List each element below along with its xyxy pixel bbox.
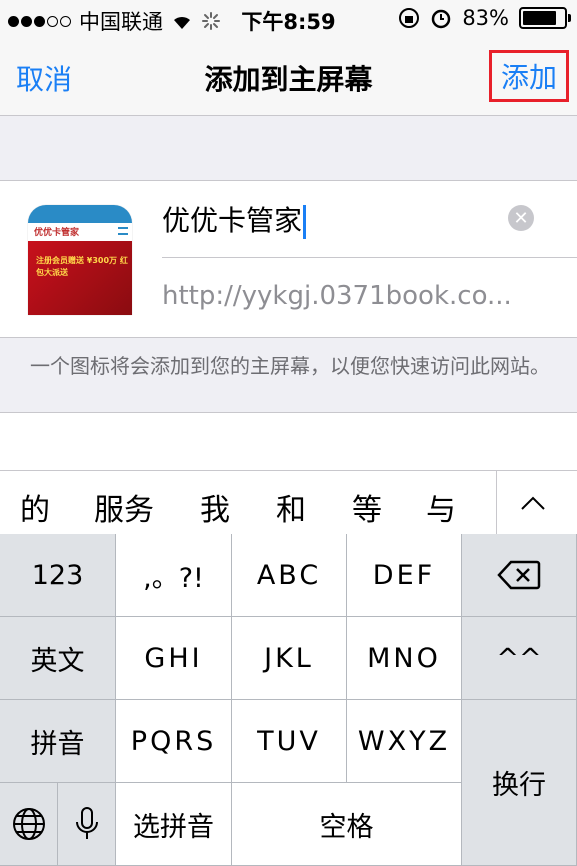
key-punctuation[interactable]: ,。?! (116, 534, 232, 617)
key-jkl[interactable]: JKL (232, 617, 347, 700)
backspace-icon (497, 560, 541, 590)
text-cursor (303, 205, 307, 239)
key-newline[interactable]: 换行 (462, 700, 577, 866)
microphone-icon (75, 807, 98, 839)
add-button[interactable]: 添加 (489, 50, 569, 102)
hint-text: 一个图标将会添加到您的主屏幕，以便您快速访问此网站。 (30, 354, 550, 378)
key-ghi[interactable]: GHI (116, 617, 232, 700)
candidate-bar: 的 服务 我 和 等 与 (0, 470, 577, 535)
candidate-item[interactable]: 的 (20, 485, 50, 529)
blank-area (0, 412, 577, 470)
key-wxyz[interactable]: WXYZ (347, 700, 462, 783)
clear-icon[interactable]: ✕ (508, 205, 534, 231)
keyboard: 123 ,。?! ABC DEF 英文 GHI JKL MNO ^^ 拼音 PQ… (0, 534, 577, 866)
nav-bar: 取消 添加到主屏幕 添加 (0, 38, 577, 116)
url-field: http://yykgj.0371book.co... (162, 281, 512, 311)
alarm-icon (432, 9, 451, 29)
battery-icon (519, 7, 571, 29)
status-bar: 中国联通 下午8:59 83% (0, 0, 577, 38)
divider (496, 471, 497, 535)
key-english[interactable]: 英文 (0, 617, 116, 700)
key-emoticon[interactable]: ^^ (462, 617, 577, 700)
space-key[interactable]: 空格 (232, 783, 462, 866)
candidate-item[interactable]: 服务 (94, 485, 154, 529)
title-field[interactable]: 优优卡管家 (162, 199, 502, 239)
key-def[interactable]: DEF (347, 534, 462, 617)
divider (162, 257, 577, 258)
mic-button[interactable] (58, 783, 116, 866)
battery-percent: 83% (462, 6, 509, 30)
title-field-value: 优优卡管家 (162, 204, 303, 237)
candidate-item[interactable]: 等 (352, 485, 382, 529)
globe-icon (12, 808, 45, 840)
key-pqrs[interactable]: PQRS (116, 700, 232, 783)
add-to-home-form: 优优卡管家 注册会员赠送 ¥300万 红包大派送 优优卡管家 ✕ http://… (0, 180, 577, 338)
key-abc[interactable]: ABC (232, 534, 347, 617)
chevron-up-icon[interactable] (518, 489, 548, 519)
key-123[interactable]: 123 (0, 534, 116, 617)
key-mno[interactable]: MNO (347, 617, 462, 700)
candidate-item[interactable]: 和 (276, 485, 306, 529)
site-thumbnail: 优优卡管家 注册会员赠送 ¥300万 红包大派送 (28, 205, 132, 315)
key-tuv[interactable]: TUV (232, 700, 347, 783)
key-pinyin[interactable]: 拼音 (0, 700, 116, 783)
globe-button[interactable] (0, 783, 58, 866)
candidate-item[interactable]: 与 (426, 485, 456, 529)
candidate-item[interactable]: 我 (200, 485, 230, 529)
thumbnail-banner: 注册会员赠送 ¥300万 红包大派送 (28, 241, 132, 315)
thumbnail-logo: 优优卡管家 (34, 228, 80, 238)
orientation-lock-icon (399, 8, 420, 28)
key-select-pinyin[interactable]: 选拼音 (116, 783, 232, 866)
menu-icon (118, 227, 128, 235)
delete-button[interactable] (462, 534, 577, 617)
